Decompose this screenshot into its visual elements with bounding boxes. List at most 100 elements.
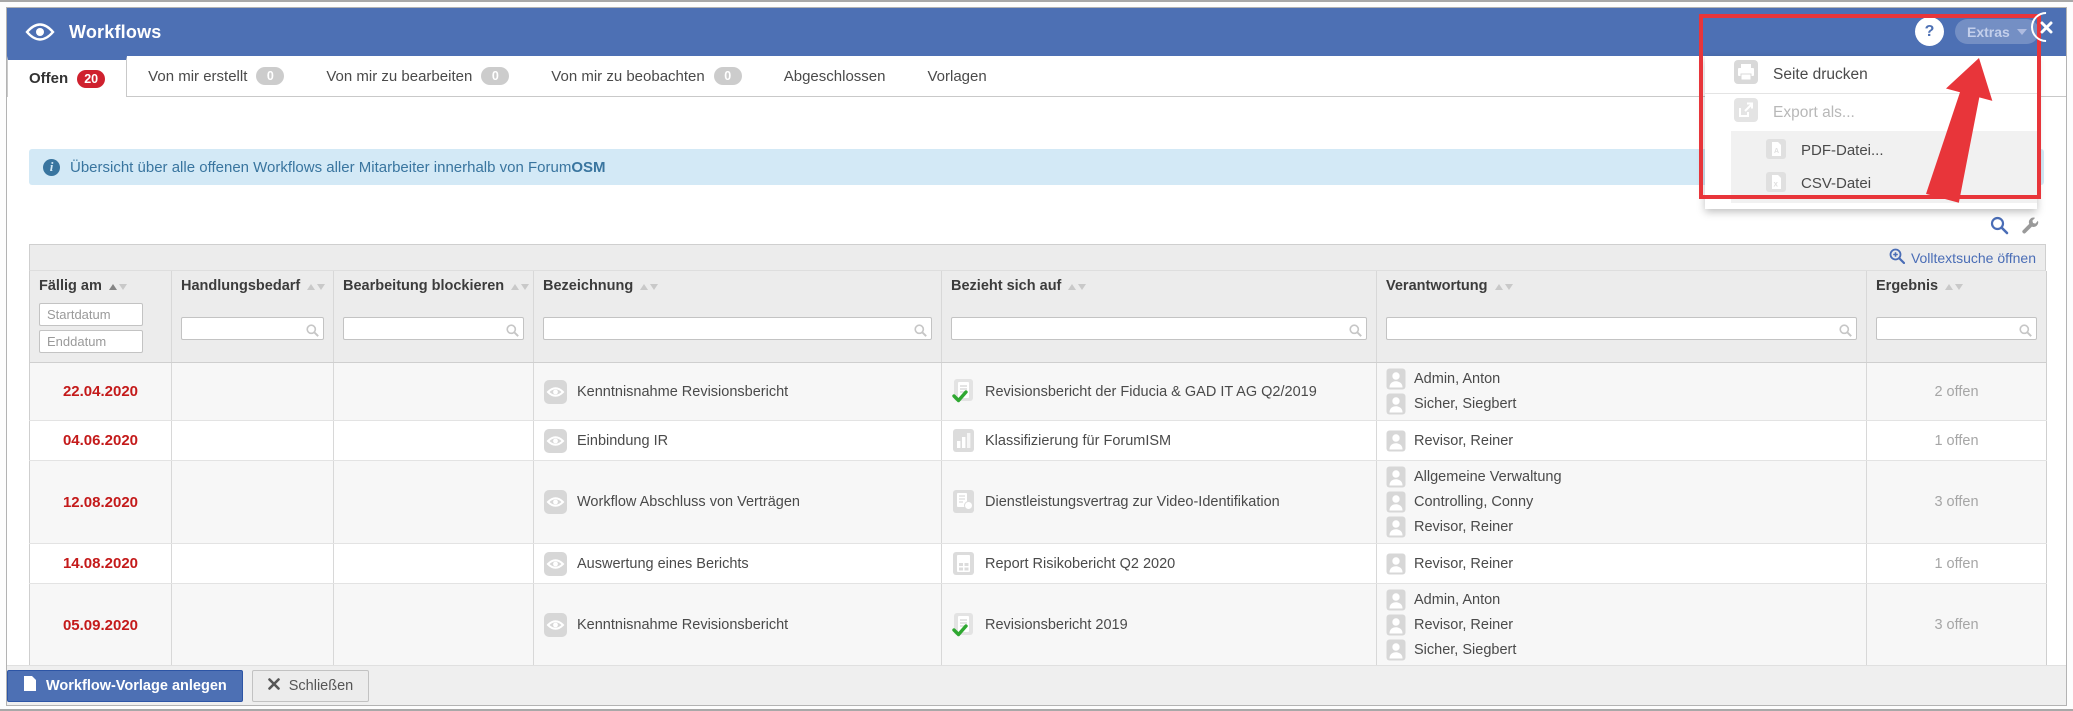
fulltext-search-toggle[interactable]: Volltextsuche öffnen	[29, 244, 2046, 271]
handlungsbedarf-filter-input[interactable]	[181, 316, 324, 340]
responsible-person: Revisor, Reiner	[1386, 516, 1857, 538]
filter-row	[29, 299, 2047, 363]
document-check-icon	[951, 612, 976, 639]
responsible-person: Sicher, Siegbert	[1386, 639, 1857, 661]
close-x-icon	[2030, 11, 2062, 43]
workflow-reference[interactable]: Dienstleistungsvertrag zur Video-Identif…	[985, 494, 1280, 510]
handlungsbedarf-cell	[171, 460, 334, 544]
tab-label: Abgeschlossen	[783, 67, 886, 85]
bezeichnung-filter-input[interactable]	[543, 316, 932, 340]
export-icon	[1733, 97, 1759, 128]
workflow-row[interactable]: 04.06.2020 Einbindung IR Klassifizierung f…	[29, 420, 2047, 461]
workflow-reference[interactable]: Revisionsbericht 2019	[985, 617, 1128, 633]
column-header-bezieht-sich-auf[interactable]: Bezieht sich auf	[941, 271, 1377, 299]
close-x-icon	[267, 677, 280, 694]
workflow-name[interactable]: Kenntnisnahme Revisionsbericht	[577, 617, 788, 633]
responsible-person: Admin, Anton	[1386, 589, 1857, 611]
column-header-handlungsbedarf[interactable]: Handlungsbedarf	[171, 271, 334, 299]
footer-bar: Workflow-Vorlage anlegen Schließen	[7, 665, 2066, 705]
responsible-person: Sicher, Siegbert	[1386, 393, 1857, 415]
workflow-table: Fällig am Handlungsbedarf Bearbeitung bl…	[29, 271, 2047, 705]
result-count: 3 offen	[1934, 494, 1979, 510]
bearbeitung-filter-input[interactable]	[343, 316, 524, 340]
person-icon	[1386, 466, 1406, 488]
extras-button[interactable]: Extras	[1955, 19, 2039, 44]
workflow-row[interactable]: 12.08.2020 Workflow Abschluss von Verträg…	[29, 460, 2047, 544]
tab-von-mir-erstellt[interactable]: Von mir erstellt 0	[127, 56, 305, 96]
screen-top-edge	[0, 0, 2073, 2]
workflow-name[interactable]: Auswertung eines Berichts	[577, 556, 749, 572]
person-icon	[1386, 491, 1406, 513]
tab-von-mir-zu-bearbeiten[interactable]: Von mir zu bearbeiten 0	[305, 56, 530, 96]
person-icon	[1386, 639, 1406, 661]
table-header-row: Fällig am Handlungsbedarf Bearbeitung bl…	[29, 271, 2047, 299]
sort-icons	[108, 284, 127, 290]
tab-vorlagen[interactable]: Vorlagen	[906, 56, 1007, 96]
verantwortung-filter-input[interactable]	[1386, 316, 1857, 340]
workflow-table-wrap: Volltextsuche öffnen Fällig am Handlungs…	[29, 244, 2047, 705]
menu-item-print[interactable]: Seite drucken	[1705, 56, 2037, 94]
workflow-reference[interactable]: Klassifizierung für ForumISM	[985, 433, 1171, 449]
responsible-person: Controlling, Conny	[1386, 491, 1857, 513]
printer-icon	[1733, 59, 1759, 90]
column-header-verantwortung[interactable]: Verantwortung	[1376, 271, 1867, 299]
wrench-icon[interactable]	[2021, 216, 2040, 235]
ergebnis-filter-input[interactable]	[1876, 316, 2037, 340]
close-button[interactable]	[2024, 8, 2066, 49]
startdate-filter-input[interactable]	[39, 303, 143, 326]
workflow-eye-icon	[543, 612, 568, 638]
magnifier-icon[interactable]	[1990, 216, 2009, 235]
handlungsbedarf-cell	[171, 583, 334, 667]
workflow-reference[interactable]: Report Risikobericht Q2 2020	[985, 556, 1175, 572]
workflow-reference[interactable]: Revisionsbericht der Fiducia & GAD IT AG…	[985, 384, 1317, 400]
workflows-dialog: Workflows ? Extras Offen 20 Von mir erstel…	[6, 7, 2067, 706]
handlungsbedarf-cell	[171, 420, 334, 461]
person-icon	[1386, 589, 1406, 611]
close-dialog-button[interactable]: Schließen	[251, 669, 370, 702]
tab-abgeschlossen[interactable]: Abgeschlossen	[763, 56, 907, 96]
workflow-name[interactable]: Einbindung IR	[577, 433, 668, 449]
workflow-eye-icon	[543, 379, 568, 405]
chevron-down-icon	[2016, 28, 2027, 35]
info-icon: i	[43, 158, 60, 176]
tab-von-mir-zu-beobachten[interactable]: Von mir zu beobachten 0	[530, 56, 762, 96]
result-count: 1 offen	[1934, 555, 1979, 572]
bearbeitung-blockieren-cell	[333, 460, 534, 544]
workflow-row[interactable]: 14.08.2020 Auswertung eines Berichts Repor…	[29, 543, 2047, 584]
sort-icons	[1945, 284, 1964, 290]
document-check-icon	[951, 378, 976, 405]
due-date: 04.06.2020	[62, 432, 139, 449]
column-header-bezeichnung[interactable]: Bezeichnung	[533, 271, 942, 299]
workflow-name[interactable]: Workflow Abschluss von Verträgen	[577, 494, 800, 510]
menu-item-pdf[interactable]: A PDF-Datei...	[1731, 134, 2037, 167]
fulltext-label: Volltextsuche öffnen	[1910, 249, 2036, 266]
person-icon	[1386, 430, 1406, 452]
magnifier-plus-icon	[1889, 248, 1906, 267]
tab-label: Von mir zu bearbeiten	[326, 67, 473, 85]
result-count: 2 offen	[1934, 383, 1979, 400]
enddate-filter-input[interactable]	[39, 330, 143, 353]
responsible-person: Allgemeine Verwaltung	[1386, 466, 1857, 488]
sort-icons	[1494, 284, 1513, 290]
create-workflow-template-button[interactable]: Workflow-Vorlage anlegen	[7, 669, 243, 702]
menu-item-csv[interactable]: x CSV-Datei	[1731, 167, 2037, 200]
responsible-person: Revisor, Reiner	[1386, 614, 1857, 636]
column-header-ergebnis[interactable]: Ergebnis	[1866, 271, 2047, 299]
tab-label: Vorlagen	[927, 67, 987, 85]
workflow-row[interactable]: 05.09.2020 Kenntnisnahme Revisionsbericht…	[29, 583, 2047, 667]
handlungsbedarf-cell	[171, 362, 334, 421]
tab-count-badge: 20	[77, 69, 106, 88]
tab-offen[interactable]: Offen 20	[7, 56, 128, 97]
chart-icon	[951, 428, 976, 454]
help-button[interactable]: ?	[1915, 17, 1944, 46]
export-submenu: A PDF-Datei... x CSV-Datei	[1731, 131, 2037, 203]
workflow-name[interactable]: Kenntnisnahme Revisionsbericht	[577, 384, 788, 400]
title-bar: Workflows	[7, 8, 2066, 56]
bezieht-filter-input[interactable]	[951, 316, 1367, 340]
tab-count-badge: 0	[256, 67, 285, 85]
column-header-faellig-am[interactable]: Fällig am	[29, 271, 172, 299]
column-header-bearbeitung-blockieren[interactable]: Bearbeitung blockieren	[333, 271, 534, 299]
sort-icons	[511, 284, 530, 290]
contract-icon	[951, 489, 976, 515]
workflow-row[interactable]: 22.04.2020 Kenntnisnahme Revisionsbericht…	[29, 362, 2047, 421]
